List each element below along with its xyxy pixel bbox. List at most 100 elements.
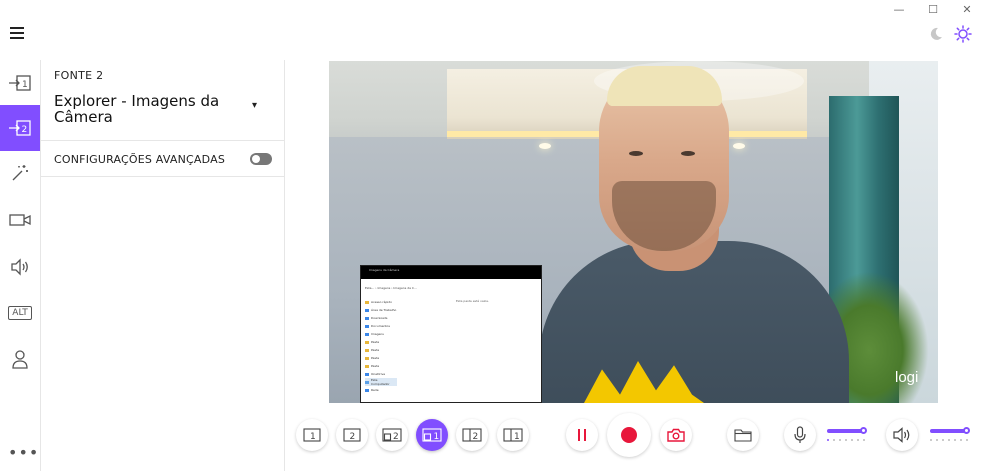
speaker-volume-icon [893,427,910,443]
left-rail: 1 2 ALT ••• [0,60,41,471]
svg-text:2: 2 [473,432,479,442]
moon-icon[interactable] [928,26,944,46]
microphone-button[interactable] [784,419,816,451]
window-controls: — ☐ ✕ [882,0,984,18]
pip-sidebar-item: Pasta [365,338,397,346]
svg-text:2: 2 [22,125,28,135]
microphone-icon [794,426,806,443]
pip-sidebar-item: Pasta [365,354,397,362]
preview-person-hair [607,66,722,106]
camera-icon [9,214,31,226]
sun-icon[interactable] [954,25,972,47]
source-1-icon: 1 [9,75,31,91]
pip-sidebar-item: Pasta [365,346,397,354]
layout-pip-2-button[interactable]: 1 [416,419,448,451]
divider [41,176,285,177]
speaker-volume-slider[interactable] [930,426,970,446]
camera-preview: logi Imagens da Câmera Esta... › Imagens… [329,61,938,403]
pip-address-bar: Esta... › Imagens › Imagens da C... [365,286,417,290]
layout-pip-1-button[interactable]: 2 [376,419,408,451]
pip-title-bar: Imagens da Câmera [361,266,541,279]
pip-sidebar-item: Documentos [365,322,397,330]
rail-audio[interactable] [0,244,40,290]
toggle-knob [252,155,260,163]
preview-person-eye [629,151,643,156]
rail-alt[interactable]: ALT [0,290,40,336]
open-folder-button[interactable] [727,419,759,451]
record-icon [621,427,637,443]
theme-toggles [928,25,972,47]
mic-slider-knob[interactable] [860,427,867,434]
source-select[interactable]: Explorer - Imagens da Câmera [54,93,260,125]
user-icon [12,350,28,369]
advanced-settings-label: CONFIGURAÇÕES AVANÇADAS [54,153,225,166]
svg-text:1: 1 [22,80,28,90]
pip-title: Imagens da Câmera [369,268,400,272]
layout-source-2-button[interactable]: 2 [336,419,368,451]
mic-level-meter [827,439,865,441]
pip-sidebar-item: Pasta [365,362,397,370]
rail-effects[interactable] [0,150,40,196]
layout-split-1-icon: 2 [462,428,482,442]
mic-level-slider[interactable] [827,426,867,446]
rail-source-2[interactable]: 2 [0,105,40,151]
pause-icon [578,429,586,441]
layout-pip-2-icon: 1 [422,428,442,442]
preview-lamp [733,143,745,149]
speaker-slider-knob[interactable] [963,427,970,434]
pip-sidebar-item: OneDrive [365,370,397,378]
source-panel: FONTE 2 Explorer - Imagens da Câmera ▾ C… [41,60,285,471]
source-2-icon: 2 [9,120,31,136]
layout-pip-1-icon: 2 [382,428,402,442]
pip-sidebar-item: Acesso rápido [365,298,397,306]
layout-split-2-icon: 1 [503,428,523,442]
rail-camera[interactable] [0,197,40,243]
rail-source-1[interactable]: 1 [0,60,40,106]
source-heading: FONTE 2 [54,69,104,82]
layout-source-1-icon: 1 [303,428,321,442]
svg-text:2: 2 [393,432,399,442]
svg-text:1: 1 [434,432,440,442]
close-button[interactable]: ✕ [950,0,984,18]
speaker-icon [11,258,28,276]
speaker-level-meter [930,439,968,441]
minimize-button[interactable]: — [882,0,916,18]
pip-sidebar-item: Downloads [365,314,397,322]
chevron-down-icon[interactable]: ▾ [252,100,257,111]
magic-wand-icon [12,165,28,181]
pip-sidebar: Acesso rápido Área de Trabalho Downloads… [365,298,397,398]
folder-icon [734,429,752,442]
svg-text:1: 1 [514,432,520,442]
more-icon[interactable]: ••• [8,443,39,462]
pause-button[interactable] [566,419,598,451]
snapshot-button[interactable] [660,419,692,451]
preview-person-eye [681,151,695,156]
pip-sidebar-item: Rede [365,386,397,394]
layout-split-2-button[interactable]: 1 [497,419,529,451]
pip-sidebar-item: Área de Trabalho [365,306,397,314]
speaker-button[interactable] [886,419,918,451]
svg-text:1: 1 [310,432,316,442]
hamburger-icon[interactable] [10,27,24,39]
mic-slider-track [827,429,863,433]
advanced-settings-toggle[interactable] [250,153,272,165]
app-window: — ☐ ✕ 1 2 ALT ••• FONTE 2 Explorer - Ima… [0,0,984,471]
pip-sidebar-item: Este Computador [365,378,397,386]
record-button[interactable] [607,413,651,457]
layout-split-1-button[interactable]: 2 [456,419,488,451]
pip-sidebar-item: Imagens [365,330,397,338]
speaker-slider-track [930,429,966,433]
preview-lamp [539,143,551,149]
title-bar: — ☐ ✕ [0,0,984,60]
logi-watermark: logi [895,369,919,386]
maximize-button[interactable]: ☐ [916,0,950,18]
alt-icon: ALT [8,306,32,320]
pip-empty-folder-text: Esta pasta está vazia. [456,299,489,303]
svg-text:2: 2 [350,432,356,442]
layout-source-2-icon: 2 [343,428,361,442]
divider [41,140,285,141]
rail-account[interactable] [0,336,40,382]
layout-source-1-button[interactable]: 1 [296,419,328,451]
camera-snapshot-icon [667,428,685,442]
pip-explorer-window: Imagens da Câmera Esta... › Imagens › Im… [360,265,542,403]
